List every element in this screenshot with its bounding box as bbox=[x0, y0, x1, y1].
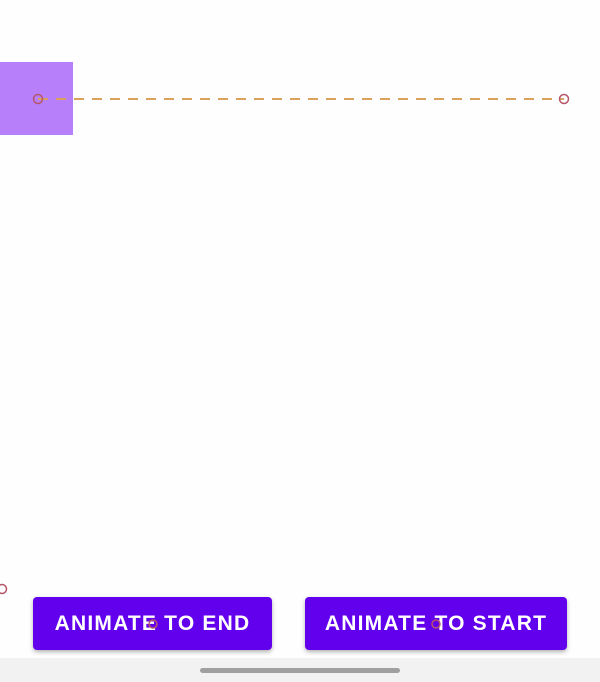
navigation-bar bbox=[0, 658, 600, 682]
animate-to-end-button[interactable]: ANIMATE TO END bbox=[33, 597, 272, 650]
motion-path-overlay bbox=[0, 93, 570, 595]
animate-to-start-button[interactable]: ANIMATE TO START bbox=[305, 597, 567, 650]
home-gesture-handle[interactable] bbox=[200, 668, 400, 673]
touch-marker bbox=[0, 583, 8, 595]
